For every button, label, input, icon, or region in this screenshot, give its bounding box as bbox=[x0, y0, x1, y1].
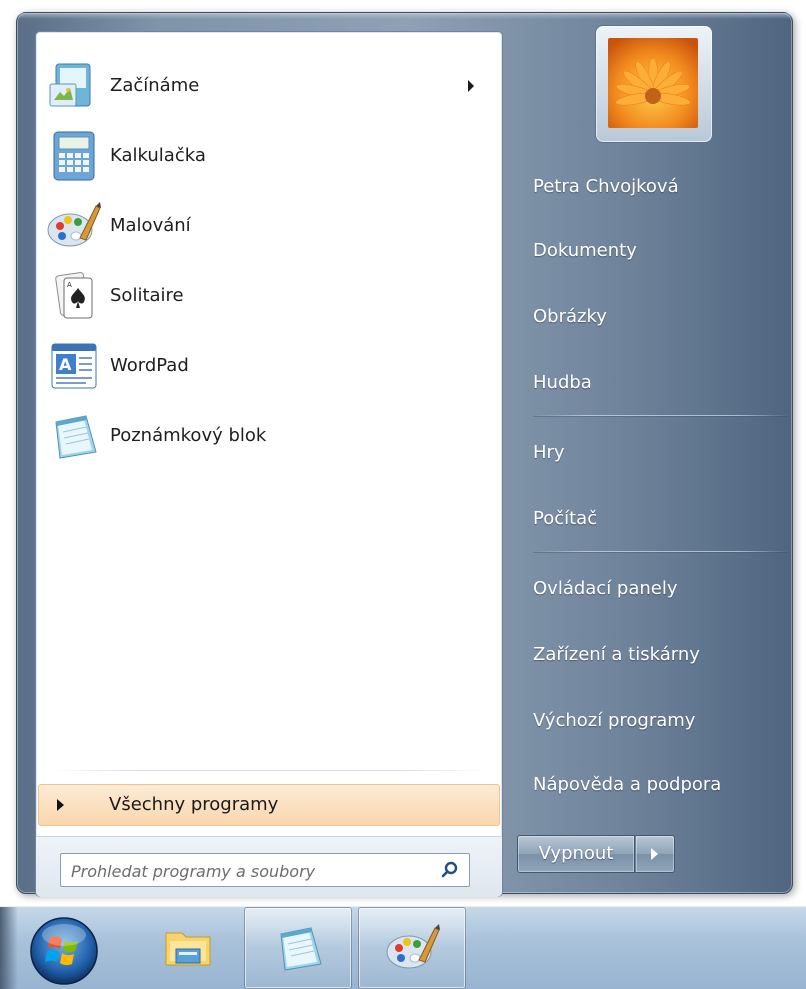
svg-text:A: A bbox=[67, 281, 72, 289]
separator bbox=[50, 770, 488, 771]
frame-highlight bbox=[17, 13, 792, 19]
svg-text:A: A bbox=[59, 355, 72, 374]
help-support-link[interactable]: Nápověda a podpora bbox=[533, 765, 793, 805]
search-box[interactable] bbox=[60, 853, 470, 888]
shutdown-button[interactable]: Vypnout bbox=[517, 835, 635, 873]
flower-icon bbox=[608, 38, 698, 128]
program-label: Solitaire bbox=[110, 285, 184, 306]
user-name-link[interactable]: Petra Chvojková bbox=[533, 167, 793, 207]
arrow-right-icon bbox=[651, 848, 658, 860]
expand-arrow-icon bbox=[57, 799, 64, 811]
windows-start-orb-icon[interactable] bbox=[28, 915, 100, 987]
paint-icon bbox=[47, 202, 101, 247]
start-menu: Začínáme Kalkulačka Malování A Solitaire… bbox=[16, 12, 793, 897]
program-label: WordPad bbox=[110, 355, 189, 376]
separator bbox=[533, 551, 789, 552]
devices-printers-link[interactable]: Zařízení a tiskárny bbox=[533, 635, 793, 675]
program-label: Začínáme bbox=[110, 75, 200, 96]
separator bbox=[533, 415, 789, 416]
default-programs-link[interactable]: Výchozí programy bbox=[533, 701, 793, 741]
user-picture[interactable] bbox=[595, 25, 713, 143]
paint-icon bbox=[386, 924, 440, 969]
windows-explorer-icon bbox=[165, 932, 211, 966]
solitaire-icon: A bbox=[55, 272, 93, 319]
program-item-paint[interactable]: Malování bbox=[40, 194, 498, 258]
music-link[interactable]: Hudba bbox=[533, 363, 793, 403]
computer-link[interactable]: Počítač bbox=[533, 499, 793, 539]
program-item-solitaire[interactable]: A Solitaire bbox=[40, 264, 498, 328]
shutdown-options-button[interactable] bbox=[635, 835, 675, 873]
program-item-calculator[interactable]: Kalkulačka bbox=[40, 124, 498, 188]
all-programs-label: Všechny programy bbox=[109, 794, 279, 815]
getting-started-icon bbox=[49, 63, 91, 107]
program-item-notepad[interactable]: Poznámkový blok bbox=[40, 404, 498, 468]
shutdown-group: Vypnout bbox=[517, 835, 697, 873]
taskbar bbox=[0, 906, 806, 989]
notepad-icon bbox=[280, 927, 322, 971]
notepad-icon bbox=[55, 415, 97, 459]
pictures-link[interactable]: Obrázky bbox=[533, 297, 793, 337]
program-item-wordpad[interactable]: A WordPad bbox=[40, 334, 498, 398]
submenu-arrow-icon bbox=[468, 80, 474, 92]
taskbar-paint-button[interactable] bbox=[358, 907, 466, 989]
search-area bbox=[36, 836, 502, 897]
program-label: Malování bbox=[110, 215, 191, 236]
program-item-getting-started[interactable]: Začínáme bbox=[40, 54, 498, 118]
taskbar-shade bbox=[0, 907, 18, 989]
wordpad-icon: A bbox=[51, 343, 97, 389]
calculator-icon bbox=[53, 131, 95, 181]
search-input[interactable] bbox=[69, 854, 423, 888]
control-panel-link[interactable]: Ovládací panely bbox=[533, 569, 793, 609]
programs-panel: Začínáme Kalkulačka Malování A Solitaire… bbox=[35, 31, 503, 897]
games-link[interactable]: Hry bbox=[533, 433, 793, 473]
all-programs-button[interactable]: Všechny programy bbox=[38, 784, 500, 826]
documents-link[interactable]: Dokumenty bbox=[533, 231, 793, 271]
program-label: Kalkulačka bbox=[110, 145, 206, 166]
taskbar-explorer-button[interactable] bbox=[134, 907, 242, 989]
program-label: Poznámkový blok bbox=[110, 425, 267, 446]
taskbar-notepad-button[interactable] bbox=[244, 907, 352, 989]
search-icon[interactable] bbox=[441, 861, 459, 879]
